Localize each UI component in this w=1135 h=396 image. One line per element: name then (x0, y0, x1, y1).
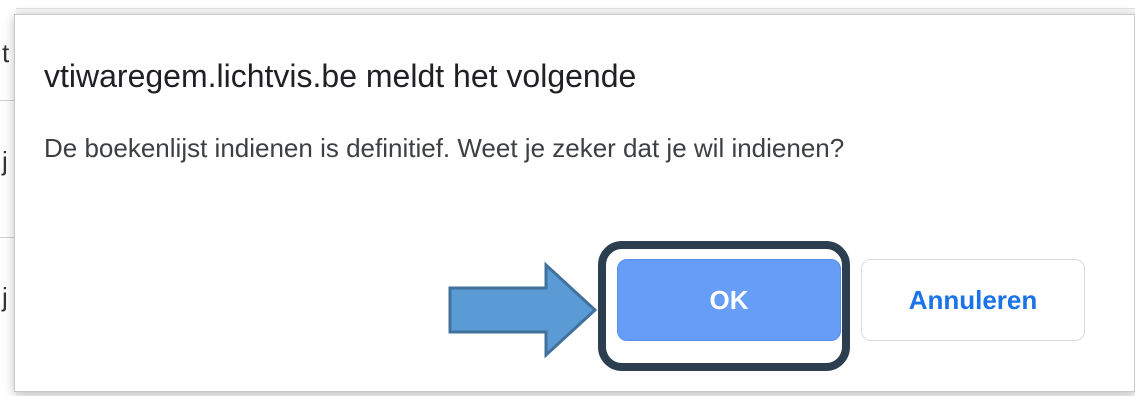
dialog-title: vtiwaregem.lichtvis.be meldt het volgend… (44, 58, 637, 94)
background-text-fragment: t (2, 38, 10, 68)
ok-button[interactable]: OK (617, 259, 841, 341)
cancel-button[interactable]: Annuleren (861, 259, 1085, 341)
page: t j j vtiwaregem.lichtvis.be meldt het v… (0, 0, 1135, 396)
background-divider (0, 100, 14, 101)
background-top-strip (0, 0, 1135, 9)
dialog-message: De boekenlijst indienen is definitief. W… (44, 133, 845, 163)
background-text-fragment: j (2, 282, 8, 312)
background-divider (0, 237, 14, 238)
background-text-fragment: j (2, 146, 8, 176)
right-arrow-icon (448, 262, 598, 358)
